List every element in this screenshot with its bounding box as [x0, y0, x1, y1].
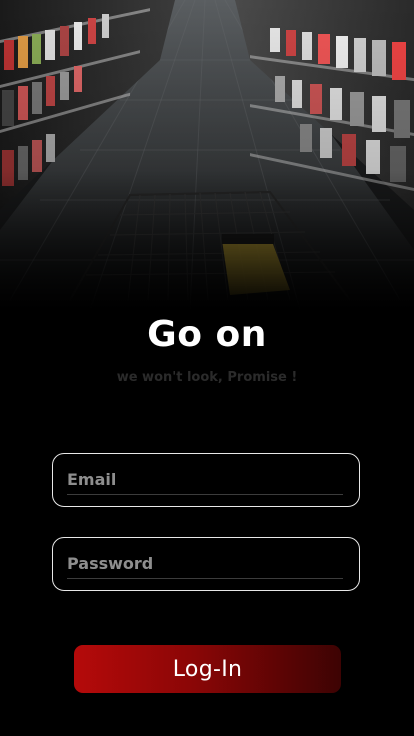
login-screen: Go on we won't look, Promise ! Log-In [0, 0, 414, 736]
password-input[interactable] [67, 548, 343, 579]
email-input[interactable] [67, 464, 343, 495]
login-button[interactable]: Log-In [74, 645, 341, 693]
email-field[interactable] [52, 453, 360, 507]
page-title: Go on [147, 314, 267, 355]
password-field[interactable] [52, 537, 360, 591]
page-subtitle: we won't look, Promise ! [116, 370, 298, 385]
